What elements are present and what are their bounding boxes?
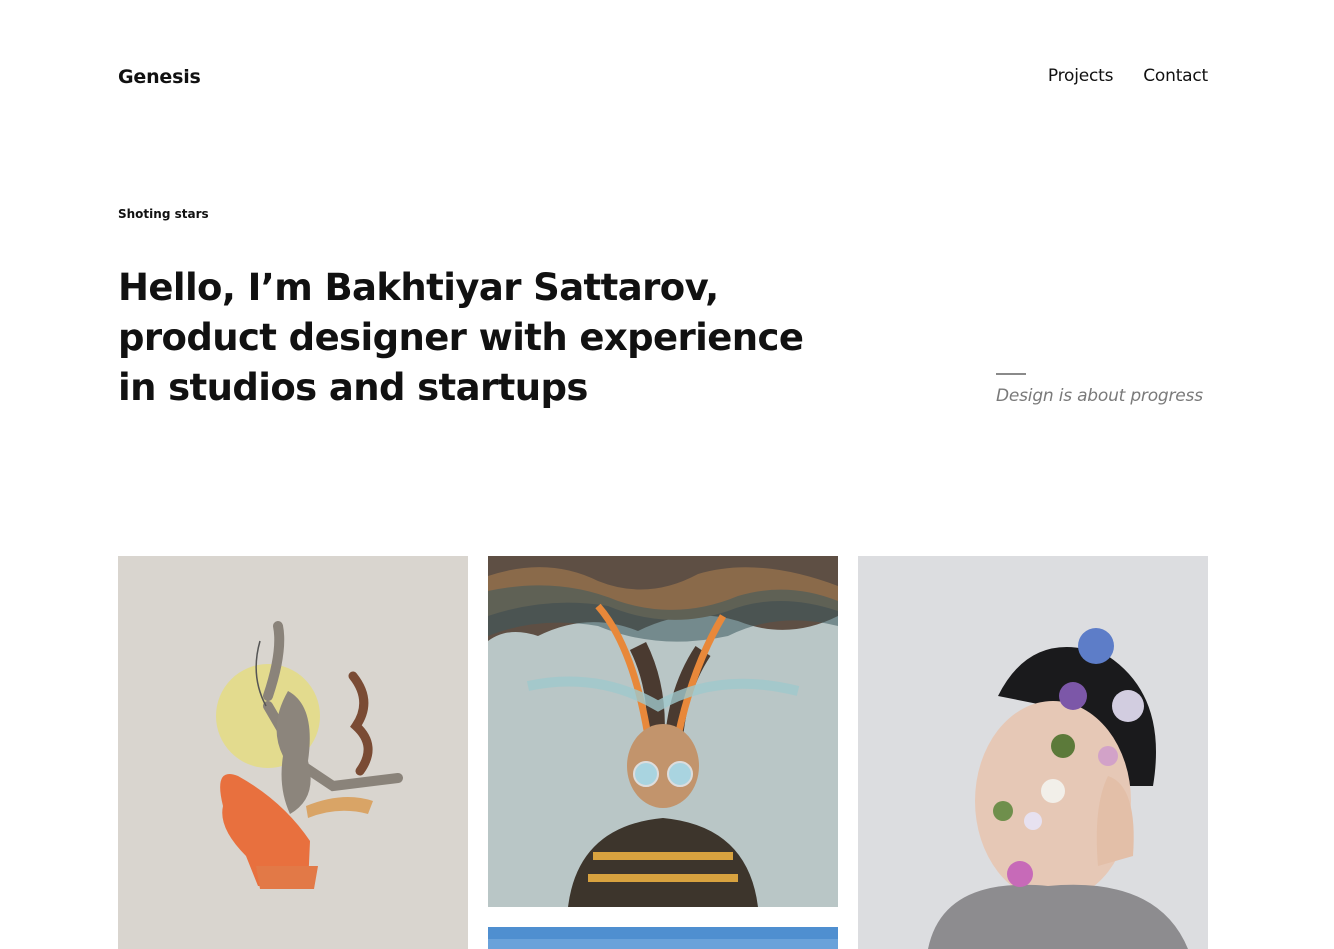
project-card-flower-portrait[interactable] xyxy=(858,556,1208,949)
sky-image xyxy=(488,927,838,949)
hero-tagline: Design is about progress xyxy=(996,386,1203,406)
surreal-portrait-image xyxy=(488,556,838,907)
site-logo[interactable]: Genesis xyxy=(118,66,201,88)
project-card-dancer[interactable] xyxy=(118,556,468,949)
main-nav: Projects Contact xyxy=(1048,66,1208,86)
headline-line: product designer with experience xyxy=(118,316,804,359)
nav-link-projects[interactable]: Projects xyxy=(1048,66,1114,86)
tagline-divider xyxy=(996,373,1026,375)
flower-portrait-image xyxy=(858,556,1208,949)
project-card-surreal-portrait[interactable] xyxy=(488,556,838,907)
headline-line: in studios and startups xyxy=(118,366,588,409)
project-card-sky[interactable] xyxy=(488,927,838,949)
site-header: Genesis Projects Contact xyxy=(118,64,1208,92)
headline-line: Hello, I’m Bakhtiyar Sattarov, xyxy=(118,266,719,309)
nav-link-contact[interactable]: Contact xyxy=(1143,66,1208,86)
hero-headline: Hello, I’m Bakhtiyar Sattarov, product d… xyxy=(118,263,818,413)
hero-eyebrow: Shoting stars xyxy=(118,207,209,221)
collage-dancer-image xyxy=(118,556,468,949)
